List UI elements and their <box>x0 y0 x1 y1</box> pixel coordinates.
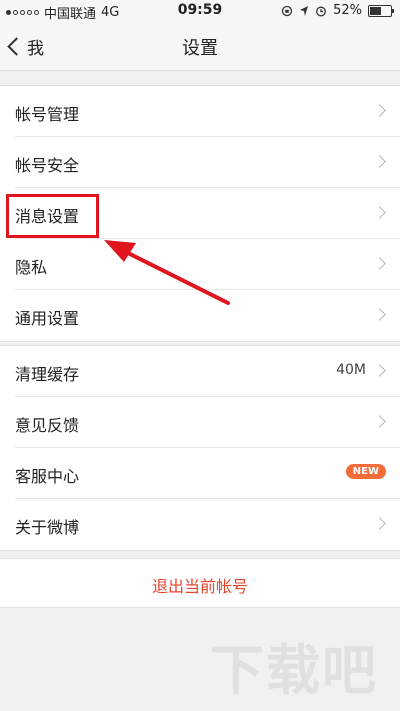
watermark-logo: 下载吧 <box>210 639 378 702</box>
annotation-arrow-icon <box>104 240 230 305</box>
